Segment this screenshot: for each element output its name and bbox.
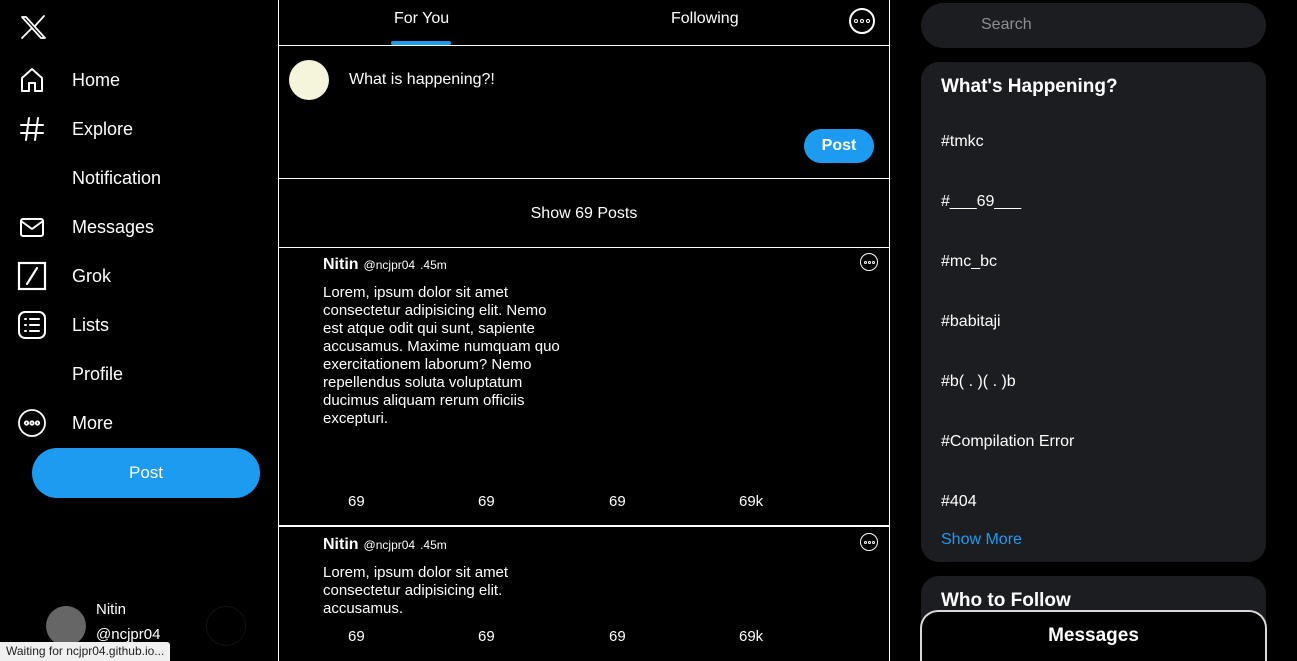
tab-following[interactable]: Following	[671, 10, 739, 28]
nav-profile[interactable]: Profile	[16, 354, 123, 394]
trend-item[interactable]: #mc_bc	[941, 253, 997, 271]
nav-lists-label: Lists	[72, 314, 110, 335]
repost-count[interactable]: 69	[478, 493, 495, 510]
nav-explore-label: Explore	[72, 118, 134, 139]
compose-post-button[interactable]: Post	[804, 129, 874, 163]
tweet-time: .45m	[420, 258, 447, 272]
tweet-time: .45m	[420, 538, 447, 552]
nav-lists[interactable]: Lists	[16, 305, 109, 345]
messages-drawer[interactable]: Messages	[920, 610, 1267, 661]
feed-tabs: For You Following	[279, 0, 889, 46]
avatar	[289, 60, 329, 100]
tab-for-you[interactable]: For You	[394, 10, 449, 28]
who-to-follow-title: Who to Follow	[941, 590, 1071, 611]
repost-count[interactable]: 69	[478, 628, 495, 645]
nav-explore[interactable]: Explore	[16, 109, 133, 149]
sidebar-post-button[interactable]: Post	[32, 448, 260, 498]
tweet-author[interactable]: Nitin	[323, 536, 359, 554]
trend-item[interactable]: #___69___	[941, 193, 1021, 211]
feed-settings-button[interactable]	[849, 8, 875, 34]
left-sidebar: Home Explore Notification Messages Grok …	[0, 0, 278, 661]
search-input[interactable]	[981, 16, 1241, 34]
nav-notification-label: Notification	[72, 167, 162, 188]
like-count[interactable]: 69	[609, 628, 626, 645]
nav-messages[interactable]: Messages	[16, 207, 154, 247]
hashtag-icon	[16, 113, 48, 145]
tweet-more-button[interactable]	[860, 253, 878, 271]
nav-profile-label: Profile	[72, 363, 124, 384]
main-feed: For You Following Post Show 69 Posts Nit…	[278, 0, 890, 661]
more-circle-icon	[16, 407, 48, 439]
reply-count[interactable]: 69	[348, 493, 365, 510]
tweet-more-button[interactable]	[860, 533, 878, 551]
nav-home-label: Home	[72, 69, 121, 90]
envelope-icon	[16, 211, 48, 243]
view-count[interactable]: 69k	[739, 628, 763, 645]
trend-item[interactable]: #tmkc	[941, 133, 984, 151]
grok-icon	[16, 260, 48, 292]
tweet-handle[interactable]: @ncjpr04	[364, 538, 416, 552]
trends-panel: What's Happening? #tmkc #___69___ #mc_bc…	[921, 62, 1266, 562]
nav-messages-label: Messages	[72, 216, 155, 237]
search-bar	[921, 3, 1266, 48]
account-name: Nitin	[96, 601, 127, 618]
nav-more-label: More	[72, 412, 114, 433]
compose-input[interactable]	[349, 71, 749, 89]
tweet-header: Nitin @ncjpr04 .45m	[323, 536, 447, 554]
post-composer: Post	[279, 47, 889, 179]
account-handle: @ncjpr04	[96, 626, 161, 643]
notification-icon	[16, 162, 48, 194]
more-circle-icon	[849, 8, 875, 34]
like-count[interactable]: 69	[609, 493, 626, 510]
trend-item[interactable]: #b( . )( . )b	[941, 373, 1016, 391]
nav-more[interactable]: More	[16, 403, 113, 443]
trend-item[interactable]: #404	[941, 493, 977, 511]
trends-title: What's Happening?	[941, 76, 1118, 97]
more-circle-icon	[860, 253, 878, 271]
nav-home[interactable]: Home	[16, 60, 120, 100]
nav-grok[interactable]: Grok	[16, 256, 111, 296]
tweet-author[interactable]: Nitin	[323, 256, 359, 274]
view-count[interactable]: 69k	[739, 493, 763, 510]
tweet-text: Lorem, ipsum dolor sit amet consectetur …	[323, 284, 560, 427]
trend-item[interactable]: #babitaji	[941, 313, 1001, 331]
nav-grok-label: Grok	[72, 265, 112, 286]
active-tab-indicator	[391, 41, 451, 45]
reply-count[interactable]: 69	[348, 628, 365, 645]
x-logo-icon[interactable]	[18, 12, 48, 42]
list-icon	[16, 309, 48, 341]
tweet-handle[interactable]: @ncjpr04	[364, 258, 416, 272]
tweet-header: Nitin @ncjpr04 .45m	[323, 256, 447, 274]
account-menu-button[interactable]	[206, 606, 246, 646]
tweet[interactable]: Nitin @ncjpr04 .45m Lorem, ipsum dolor s…	[279, 529, 889, 661]
trend-item[interactable]: #Compilation Error	[941, 433, 1074, 451]
profile-icon	[16, 358, 48, 390]
more-circle-icon	[860, 533, 878, 551]
tweet[interactable]: Nitin @ncjpr04 .45m Lorem, ipsum dolor s…	[279, 249, 889, 527]
avatar	[46, 606, 86, 646]
browser-status-bar: Waiting for ncjpr04.github.io...	[0, 642, 171, 661]
tweet-text: Lorem, ipsum dolor sit amet consectetur …	[323, 564, 509, 617]
nav-notification[interactable]: Notification	[16, 158, 161, 198]
home-icon	[16, 64, 48, 96]
show-more-trends-link[interactable]: Show More	[941, 531, 1022, 549]
show-new-posts-button[interactable]: Show 69 Posts	[279, 180, 889, 248]
